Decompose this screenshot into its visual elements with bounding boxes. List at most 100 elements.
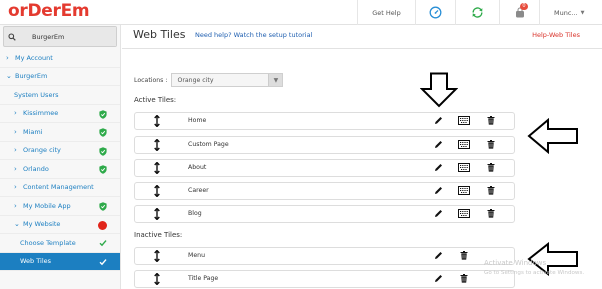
search-input[interactable] — [20, 27, 116, 46]
tile-row[interactable]: Home — [134, 112, 515, 130]
keyboard-icon[interactable] — [458, 163, 470, 174]
page-header: Web Tiles Need help? Watch the setup tut… — [122, 25, 602, 49]
watermark-title: Activate Windows — [484, 259, 547, 267]
shield-check-icon — [99, 146, 107, 158]
edit-pencil-icon[interactable] — [434, 116, 443, 127]
top-bar: orDerEm Get Help 0 Munc... ▼ — [0, 0, 602, 25]
sidebar-item-kissimmee[interactable]: › Kissimmee — [0, 105, 120, 123]
sidebar-item-choose-template[interactable]: Choose Template — [0, 234, 120, 253]
sidebar-item-content-management[interactable]: › Content Management — [0, 179, 120, 197]
sidebar-item-label: BurgerEm — [15, 72, 48, 81]
user-name: Munc... — [554, 8, 578, 17]
chevron-right-icon: › — [14, 146, 17, 155]
tile-name: Home — [188, 117, 207, 124]
chevron-down-icon: ⌄ — [14, 220, 20, 229]
tile-name: Custom Page — [188, 141, 229, 148]
active-tiles-title: Active Tiles: — [134, 96, 177, 104]
trash-icon[interactable] — [487, 209, 495, 220]
keyboard-icon[interactable] — [458, 116, 470, 127]
user-menu[interactable]: Munc... ▼ — [539, 0, 602, 25]
edit-pencil-icon[interactable] — [434, 274, 443, 285]
help-web-tiles-link[interactable]: Help-Web Tiles — [532, 31, 580, 39]
refresh-icon — [472, 7, 483, 18]
get-help-link[interactable]: Get Help — [357, 0, 415, 25]
sidebar-item-label: Web Tiles — [20, 257, 52, 266]
tile-row[interactable]: About — [134, 159, 515, 177]
chevron-down-icon: ⌄ — [6, 72, 12, 81]
sidebar-item-label: My Website — [23, 220, 61, 229]
checkmark-icon — [99, 258, 107, 268]
edit-pencil-icon[interactable] — [434, 209, 443, 220]
location-select[interactable]: Orange city ▼ — [171, 73, 284, 87]
checkmark-icon — [99, 239, 107, 249]
sync-button[interactable] — [455, 0, 499, 25]
shield-check-icon — [99, 165, 107, 176]
trash-icon[interactable] — [487, 140, 495, 151]
sidebar-item-orlando[interactable]: › Orlando — [0, 160, 120, 179]
sidebar-item-label: Kissimmee — [23, 109, 59, 118]
edit-pencil-icon[interactable] — [434, 251, 443, 262]
keyboard-icon[interactable] — [458, 209, 470, 220]
locations-label: Locations : — [134, 76, 168, 84]
sidebar-item-my-account[interactable]: › My Account — [0, 49, 120, 68]
sidebar-item-label: Orange city — [23, 146, 61, 155]
chevron-right-icon: › — [14, 164, 17, 173]
tutorial-link[interactable]: Need help? Watch the setup tutorial — [195, 31, 312, 39]
tile-row[interactable]: Title Page — [134, 270, 515, 288]
activate-windows-watermark: Activate Windows Go to Settings to activ… — [484, 258, 584, 278]
trash-icon[interactable] — [460, 251, 468, 262]
alert-dot-icon — [98, 220, 107, 230]
trash-icon[interactable] — [460, 274, 468, 285]
sidebar-item-web-tiles[interactable]: Web Tiles — [0, 252, 120, 271]
drag-handle-icon[interactable] — [154, 161, 160, 176]
sidebar-item-orange-city[interactable]: › Orange city — [0, 142, 120, 160]
tile-name: Menu — [188, 252, 205, 259]
edit-pencil-icon[interactable] — [434, 140, 443, 151]
drag-handle-icon[interactable] — [154, 114, 160, 129]
trash-icon[interactable] — [487, 186, 495, 197]
sidebar-item-label: Miami — [23, 127, 43, 136]
sidebar-item-miami[interactable]: › Miami — [0, 123, 120, 142]
chevron-right-icon: › — [14, 201, 17, 210]
tile-row[interactable]: Custom Page — [134, 136, 515, 154]
chevron-right-icon: › — [6, 53, 9, 62]
location-row: Locations : Orange city ▼ — [134, 73, 284, 87]
app-logo[interactable]: orDerEm — [8, 1, 90, 21]
tile-row[interactable]: Blog — [134, 205, 515, 223]
shield-check-icon — [99, 128, 107, 139]
tile-row[interactable]: Menu — [134, 247, 515, 265]
sidebar-item-label: Content Management — [23, 183, 94, 192]
sidebar-item-burgerem[interactable]: ⌄ BurgerEm — [0, 68, 120, 86]
keyboard-icon[interactable] — [458, 186, 470, 197]
annotation-arrow-down-icon — [420, 72, 458, 108]
drag-handle-icon[interactable] — [154, 272, 160, 287]
chevron-down-icon: ▼ — [268, 74, 283, 86]
drag-handle-icon[interactable] — [154, 207, 160, 222]
search-button[interactable] — [4, 27, 20, 46]
trash-icon[interactable] — [487, 116, 495, 127]
sidebar-item-my-website[interactable]: ⌄ My Website — [0, 216, 120, 234]
watermark-subtitle: Go to Settings to activate Windows. — [484, 270, 585, 276]
notifications-button[interactable]: 0 — [499, 0, 539, 25]
notification-badge: 0 — [520, 3, 528, 10]
page-title: Web Tiles — [133, 28, 186, 41]
search-icon — [8, 32, 16, 41]
drag-handle-icon[interactable] — [154, 249, 160, 264]
drag-handle-icon[interactable] — [154, 138, 160, 153]
sidebar-item-system-users[interactable]: System Users — [0, 86, 120, 105]
keyboard-icon[interactable] — [458, 140, 470, 151]
edit-pencil-icon[interactable] — [434, 163, 443, 174]
tile-row[interactable]: Career — [134, 182, 515, 200]
shield-check-icon — [99, 202, 107, 213]
sidebar-item-label: My Account — [15, 53, 53, 62]
sidebar-item-label: System Users — [14, 90, 59, 99]
speedometer-icon — [429, 6, 442, 19]
chevron-right-icon: › — [14, 183, 17, 192]
trash-icon[interactable] — [487, 163, 495, 174]
sidebar-item-my-mobile-app[interactable]: › My Mobile App — [0, 197, 120, 216]
drag-handle-icon[interactable] — [154, 184, 160, 199]
dashboard-button[interactable] — [415, 0, 455, 25]
edit-pencil-icon[interactable] — [434, 186, 443, 197]
tile-name: Title Page — [188, 275, 219, 282]
chevron-right-icon: › — [14, 127, 17, 136]
